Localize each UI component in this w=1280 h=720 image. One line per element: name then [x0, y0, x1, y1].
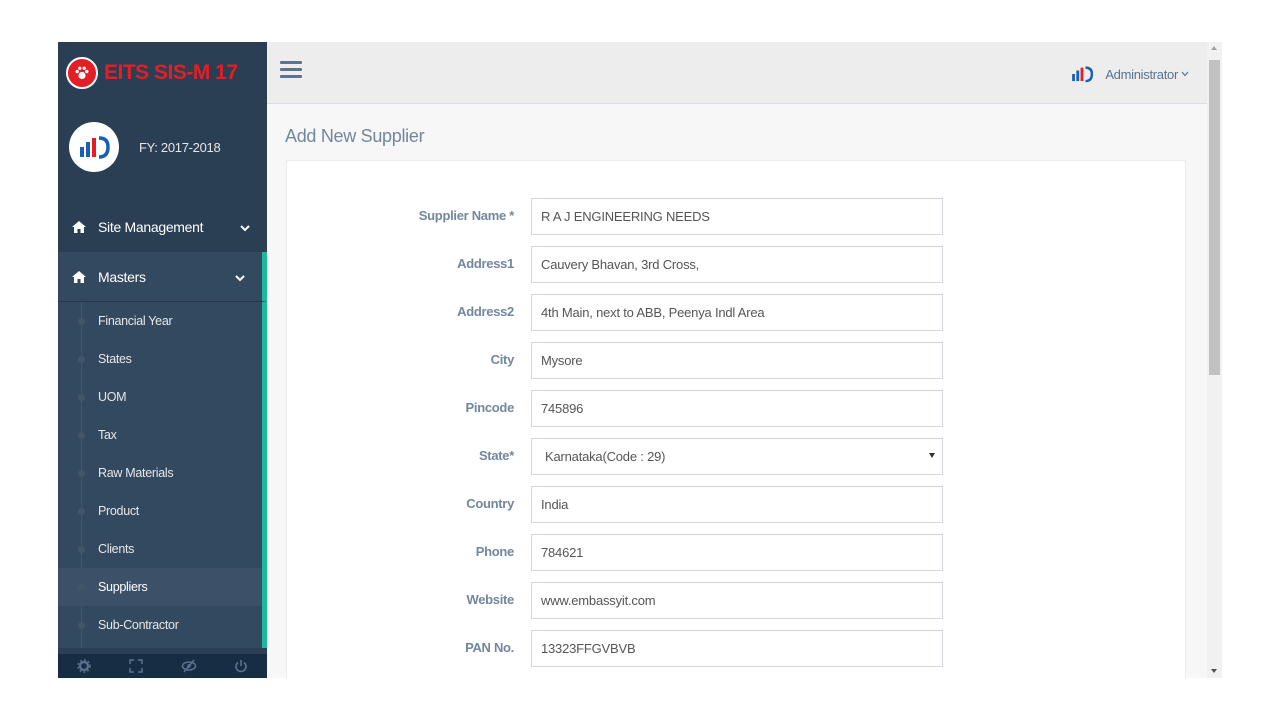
form-row-website: Website www.embassyit.com: [287, 582, 1187, 619]
menu-masters[interactable]: Masters: [58, 252, 267, 302]
website-input[interactable]: www.embassyit.com: [531, 582, 943, 619]
page-title: Add New Supplier: [285, 126, 425, 146]
sidebar: EITS SIS-M 17 FY: 2017-2018 Site Managem…: [58, 42, 267, 678]
sub-item-label: States: [98, 352, 132, 366]
sidebar-item-sub-contractor[interactable]: Sub-Contractor: [58, 606, 262, 644]
sidebar-item-states[interactable]: States: [58, 340, 262, 378]
state-selected-value: Karnataka(Code : 29): [545, 449, 666, 464]
user-menu[interactable]: Administrator: [1069, 61, 1189, 87]
form-row-address1: Address1 Cauvery Bhavan, 3rd Cross,: [287, 246, 1187, 283]
hamburger-icon[interactable]: [280, 61, 302, 83]
user-name: Administrator: [1105, 66, 1178, 82]
caret-down-icon: [929, 453, 935, 458]
bullet: [78, 546, 85, 553]
menu-label: Masters: [98, 268, 146, 285]
bullet: [78, 508, 85, 515]
state-select[interactable]: Karnataka(Code : 29): [531, 438, 943, 475]
pan-input[interactable]: 13323FFGVBVB: [531, 630, 943, 667]
eits-logo-icon: [69, 122, 119, 172]
address1-label: Address1: [457, 256, 514, 271]
supplier-name-input[interactable]: R A J ENGINEERING NEEDS: [531, 198, 943, 235]
scroll-down-arrow-icon[interactable]: [1211, 669, 1217, 673]
bullet: [78, 356, 85, 363]
pan-label: PAN No.: [465, 640, 514, 655]
sidebar-item-product[interactable]: Product: [58, 492, 262, 530]
bullet: [78, 318, 85, 325]
sidebar-item-financial-year[interactable]: Financial Year: [58, 302, 262, 340]
sub-item-label: Tax: [98, 428, 117, 442]
country-input[interactable]: India: [531, 486, 943, 523]
scroll-thumb[interactable]: [1209, 60, 1220, 375]
chevron-down-icon: [239, 221, 251, 233]
brand-title: EITS SIS-M 17: [104, 61, 238, 84]
form-row-city: City Mysore: [287, 342, 1187, 379]
home-icon: [71, 218, 89, 236]
bullet: [78, 394, 85, 401]
masters-submenu: Financial Year States UOM Tax Raw Materi…: [58, 302, 267, 648]
bullet: [78, 584, 85, 591]
paw-icon: [66, 57, 98, 89]
sidebar-item-uom[interactable]: UOM: [58, 378, 262, 416]
eye-slash-icon[interactable]: [163, 654, 215, 678]
form-row-pan: PAN No. 13323FFGVBVB: [287, 630, 1187, 667]
form-row-state: State* Karnataka(Code : 29): [287, 438, 1187, 475]
city-input[interactable]: Mysore: [531, 342, 943, 379]
app-frame: EITS SIS-M 17 FY: 2017-2018 Site Managem…: [58, 42, 1222, 678]
address1-input[interactable]: Cauvery Bhavan, 3rd Cross,: [531, 246, 943, 283]
sub-item-label: Raw Materials: [98, 466, 174, 480]
sub-item-label: Product: [98, 504, 139, 518]
sidebar-item-tax[interactable]: Tax: [58, 416, 262, 454]
page-scrollbar[interactable]: [1207, 42, 1222, 678]
profile: FY: 2017-2018: [58, 104, 267, 190]
supplier-name-label: Supplier Name *: [418, 208, 515, 223]
state-label: State*: [478, 448, 514, 463]
sub-item-label: Clients: [98, 542, 135, 556]
form-row-pincode: Pincode 745896: [287, 390, 1187, 427]
side-menu: Site Management Masters Financial Year S…: [58, 202, 267, 648]
main-content: Add New Supplier Supplier Name * R A J E…: [267, 104, 1207, 678]
address2-label: Address2: [457, 304, 514, 319]
menu-site-management[interactable]: Site Management: [58, 202, 267, 252]
sidebar-item-raw-materials[interactable]: Raw Materials: [58, 454, 262, 492]
sub-item-label: Financial Year: [98, 314, 173, 328]
form-row-country: Country India: [287, 486, 1187, 523]
sub-item-label: Suppliers: [98, 580, 148, 594]
phone-label: Phone: [475, 544, 515, 559]
form-row-supplier-name: Supplier Name * R A J ENGINEERING NEEDS: [287, 198, 1187, 235]
fullscreen-icon[interactable]: [110, 654, 162, 678]
website-label: Website: [466, 592, 514, 607]
chevron-down-icon: [1181, 69, 1189, 79]
power-icon[interactable]: [215, 654, 267, 678]
sidebar-footer: [58, 654, 267, 678]
pincode-input[interactable]: 745896: [531, 390, 943, 427]
hamburger-bar: [280, 61, 302, 64]
phone-input[interactable]: 784621: [531, 534, 943, 571]
scroll-up-arrow-icon[interactable]: [1211, 46, 1217, 50]
sidebar-item-suppliers[interactable]: Suppliers: [58, 568, 262, 606]
sub-item-label: UOM: [98, 390, 127, 404]
fiscal-year: FY: 2017-2018: [139, 139, 221, 155]
brand[interactable]: EITS SIS-M 17: [58, 42, 267, 104]
pincode-label: Pincode: [465, 400, 515, 415]
country-label: Country: [466, 496, 514, 511]
bullet: [78, 432, 85, 439]
sub-item-label: Sub-Contractor: [98, 618, 179, 632]
menu-label: Site Management: [98, 219, 204, 235]
supplier-form: Supplier Name * R A J ENGINEERING NEEDS …: [286, 160, 1186, 678]
chevron-down-icon: [234, 271, 246, 283]
city-label: City: [490, 352, 515, 367]
address2-input[interactable]: 4th Main, next to ABB, Peenya Indl Area: [531, 294, 943, 331]
gear-icon[interactable]: [58, 654, 110, 678]
bullet: [78, 622, 85, 629]
hamburger-bar: [280, 75, 302, 78]
bullet: [78, 470, 85, 477]
form-row-phone: Phone 784621: [287, 534, 1187, 571]
top-nav: Administrator: [267, 42, 1207, 104]
sidebar-item-clients[interactable]: Clients: [58, 530, 262, 568]
hamburger-bar: [280, 68, 302, 71]
home-icon: [71, 268, 89, 286]
form-row-address2: Address2 4th Main, next to ABB, Peenya I…: [287, 294, 1187, 331]
eits-logo-icon: [1069, 61, 1095, 87]
